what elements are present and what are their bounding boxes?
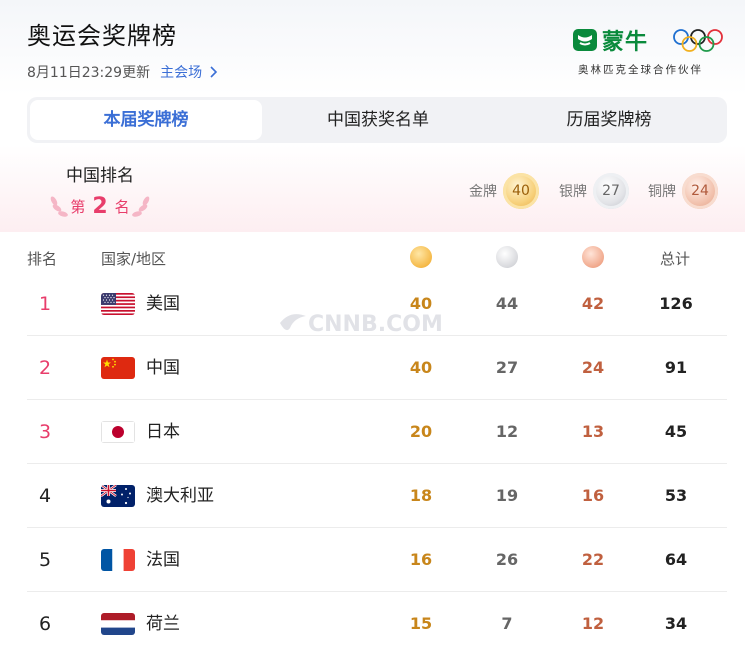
tab-china-winners[interactable]: 中国获奖名单 xyxy=(262,100,494,140)
row-bronze: 42 xyxy=(581,294,605,313)
main-venue-link[interactable]: 主会场 xyxy=(160,62,220,82)
china-rank-number: 2 xyxy=(92,193,108,219)
row-silver: 44 xyxy=(495,294,519,313)
page-title: 奥运会奖牌榜 xyxy=(27,22,177,50)
row-gold: 40 xyxy=(409,294,433,313)
header-rank: 排名 xyxy=(27,250,58,268)
row-country: 美国 xyxy=(146,294,180,314)
row-gold: 16 xyxy=(409,550,433,569)
china-summary-card: 中国排名 第 2 名 金牌 40 银牌 27 铜牌 24 xyxy=(0,145,745,232)
header-total: 总计 xyxy=(660,250,691,268)
china-gold-count: 40 xyxy=(512,183,530,199)
china-rank-label: 中国排名 xyxy=(66,166,134,186)
medal-table: 1 美国 40 44 42 126 2 中国 40 27 24 91 3 日本 … xyxy=(0,272,745,646)
row-silver: 7 xyxy=(501,614,513,633)
row-bronze: 12 xyxy=(581,614,605,633)
rank-prefix: 第 xyxy=(70,197,86,216)
row-silver: 26 xyxy=(495,550,519,569)
table-row[interactable]: 6 荷兰 15 7 12 34 xyxy=(0,592,745,646)
rank-suffix: 名 xyxy=(114,197,130,216)
gold-medal-icon: 40 xyxy=(503,173,539,209)
row-total: 34 xyxy=(664,614,688,633)
chevron-right-icon xyxy=(210,66,218,78)
row-rank: 2 xyxy=(38,357,52,379)
bronze-medal-icon: 24 xyxy=(682,173,718,209)
row-bronze: 13 xyxy=(581,422,605,441)
olympic-rings-icon xyxy=(673,29,723,52)
page-header: 奥运会奖牌榜 8月11日23:29更新 主会场 蒙牛 奥林匹克全球合作伙伴 xyxy=(0,0,745,95)
china-rank-badge: 第 2 名 xyxy=(48,191,152,221)
header-country: 国家/地区 xyxy=(101,250,167,268)
china-silver-summary: 银牌 27 xyxy=(559,173,629,209)
row-silver: 19 xyxy=(495,486,519,505)
bronze-label: 铜牌 xyxy=(648,184,676,200)
gold-medal-icon xyxy=(410,246,432,268)
row-country: 法国 xyxy=(146,550,180,570)
row-rank: 3 xyxy=(38,421,52,443)
row-silver: 27 xyxy=(495,358,519,377)
row-country: 日本 xyxy=(146,422,180,442)
tab-history-medals[interactable]: 历届奖牌榜 xyxy=(494,100,724,140)
row-bronze: 22 xyxy=(581,550,605,569)
row-country: 荷兰 xyxy=(146,614,180,634)
row-rank: 6 xyxy=(38,613,52,635)
sponsor-tagline: 奥林匹克全球合作伙伴 xyxy=(578,64,703,76)
row-rank: 1 xyxy=(38,293,52,315)
gold-label: 金牌 xyxy=(469,184,497,200)
china-flag-icon xyxy=(101,357,135,379)
mengniu-logo: 蒙牛 xyxy=(572,24,648,56)
row-bronze: 24 xyxy=(581,358,605,377)
netherlands-flag-icon xyxy=(101,613,135,635)
row-rank: 4 xyxy=(38,485,52,507)
row-total: 45 xyxy=(664,422,688,441)
row-gold: 18 xyxy=(409,486,433,505)
silver-medal-icon xyxy=(496,246,518,268)
japan-flag-icon xyxy=(101,421,135,443)
australia-flag-icon xyxy=(101,485,135,507)
tab-current-medals[interactable]: 本届奖牌榜 xyxy=(30,100,262,140)
mengniu-mark-icon xyxy=(573,29,597,51)
row-total: 53 xyxy=(664,486,688,505)
row-silver: 12 xyxy=(495,422,519,441)
update-time: 8月11日23:29更新 xyxy=(27,65,151,81)
china-bronze-count: 24 xyxy=(691,183,709,199)
table-row[interactable]: 4 澳大利亚 18 19 16 53 xyxy=(0,464,745,528)
row-gold: 40 xyxy=(409,358,433,377)
row-total: 91 xyxy=(664,358,688,377)
row-gold: 15 xyxy=(409,614,433,633)
tab-bar: 本届奖牌榜 中国获奖名单 历届奖牌榜 xyxy=(27,97,727,143)
row-total: 126 xyxy=(659,294,693,313)
table-row[interactable]: 2 中国 40 27 24 91 xyxy=(0,336,745,400)
update-line: 8月11日23:29更新 主会场 xyxy=(27,62,220,82)
france-flag-icon xyxy=(101,549,135,571)
row-country: 中国 xyxy=(146,358,180,378)
mengniu-name: 蒙牛 xyxy=(602,30,649,55)
table-row[interactable]: 1 美国 40 44 42 126 xyxy=(0,272,745,336)
row-gold: 20 xyxy=(409,422,433,441)
silver-label: 银牌 xyxy=(559,184,587,200)
china-gold-summary: 金牌 40 xyxy=(469,173,539,209)
table-row[interactable]: 3 日本 20 12 13 45 xyxy=(0,400,745,464)
china-rank-text: 第 2 名 xyxy=(48,191,152,221)
china-bronze-summary: 铜牌 24 xyxy=(648,173,718,209)
table-header: 排名 国家/地区 总计 xyxy=(0,240,745,276)
table-row[interactable]: 5 法国 16 26 22 64 xyxy=(0,528,745,592)
main-venue-label: 主会场 xyxy=(160,65,203,81)
sponsor-block: 蒙牛 奥林匹克全球合作伙伴 xyxy=(568,24,728,76)
row-country: 澳大利亚 xyxy=(146,486,214,506)
china-silver-count: 27 xyxy=(602,183,620,199)
silver-medal-icon: 27 xyxy=(593,173,629,209)
bronze-medal-icon xyxy=(582,246,604,268)
row-bronze: 16 xyxy=(581,486,605,505)
usa-flag-icon xyxy=(101,293,135,315)
row-rank: 5 xyxy=(38,549,52,571)
row-total: 64 xyxy=(664,550,688,569)
